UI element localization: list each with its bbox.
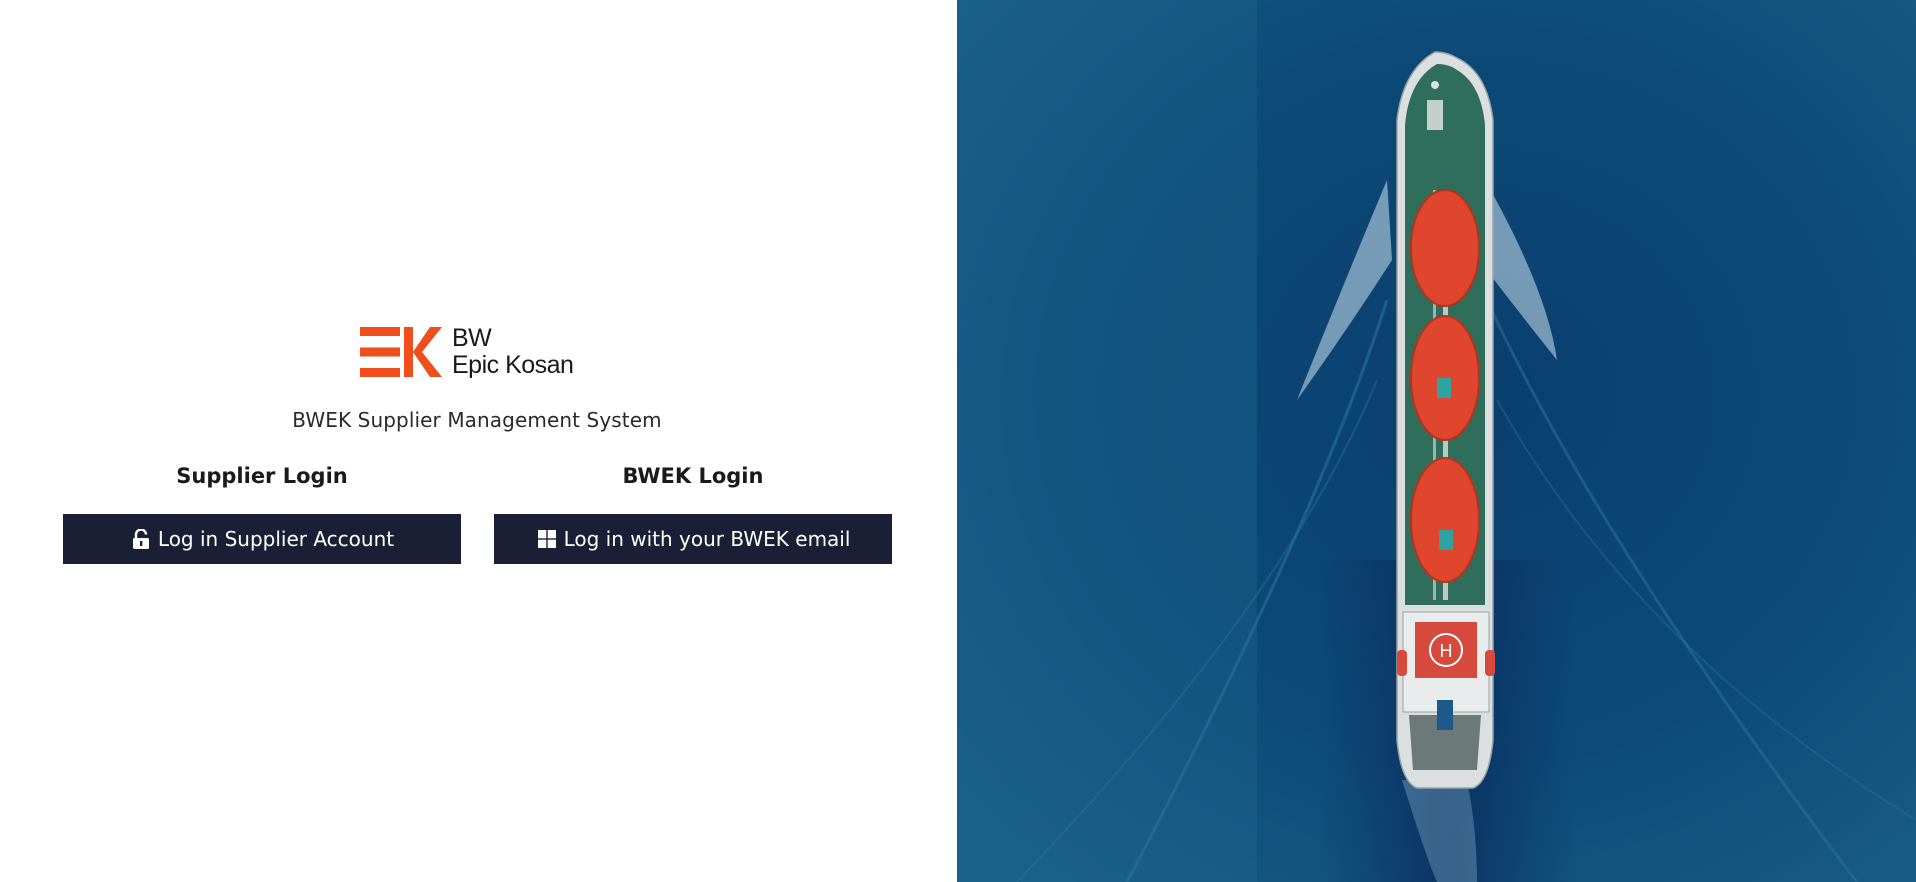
hero-image: H [957,0,1916,882]
svg-text:H: H [1440,641,1453,661]
supplier-login-button[interactable]: Log in Supplier Account [63,514,461,564]
logo-line-2: Epic Kosan [452,351,574,379]
login-page: BW Epic Kosan BWEK Supplier Management S… [0,0,1916,882]
windows-icon [536,528,558,550]
logo-mark-icon [360,327,442,377]
supplier-login-section: Supplier Login Log in Supplier Account [63,460,461,564]
brand-logo: BW Epic Kosan [360,325,600,381]
bwek-login-button-label: Log in with your BWEK email [563,527,851,551]
logo-line-1: BW [452,324,492,352]
page-subtitle: BWEK Supplier Management System [292,408,662,432]
login-panel: BW Epic Kosan BWEK Supplier Management S… [0,0,957,882]
bwek-login-section: BWEK Login Log in with your BWEK email [494,460,892,564]
logo-wordmark: BW Epic Kosan [452,324,574,379]
tanker-aerial-image: H [957,0,1916,882]
supplier-login-button-label: Log in Supplier Account [157,527,395,551]
supplier-login-heading: Supplier Login [176,464,348,488]
bwek-login-heading: BWEK Login [622,464,764,488]
bwek-login-button[interactable]: Log in with your BWEK email [494,514,892,564]
lock-open-icon [130,528,152,550]
